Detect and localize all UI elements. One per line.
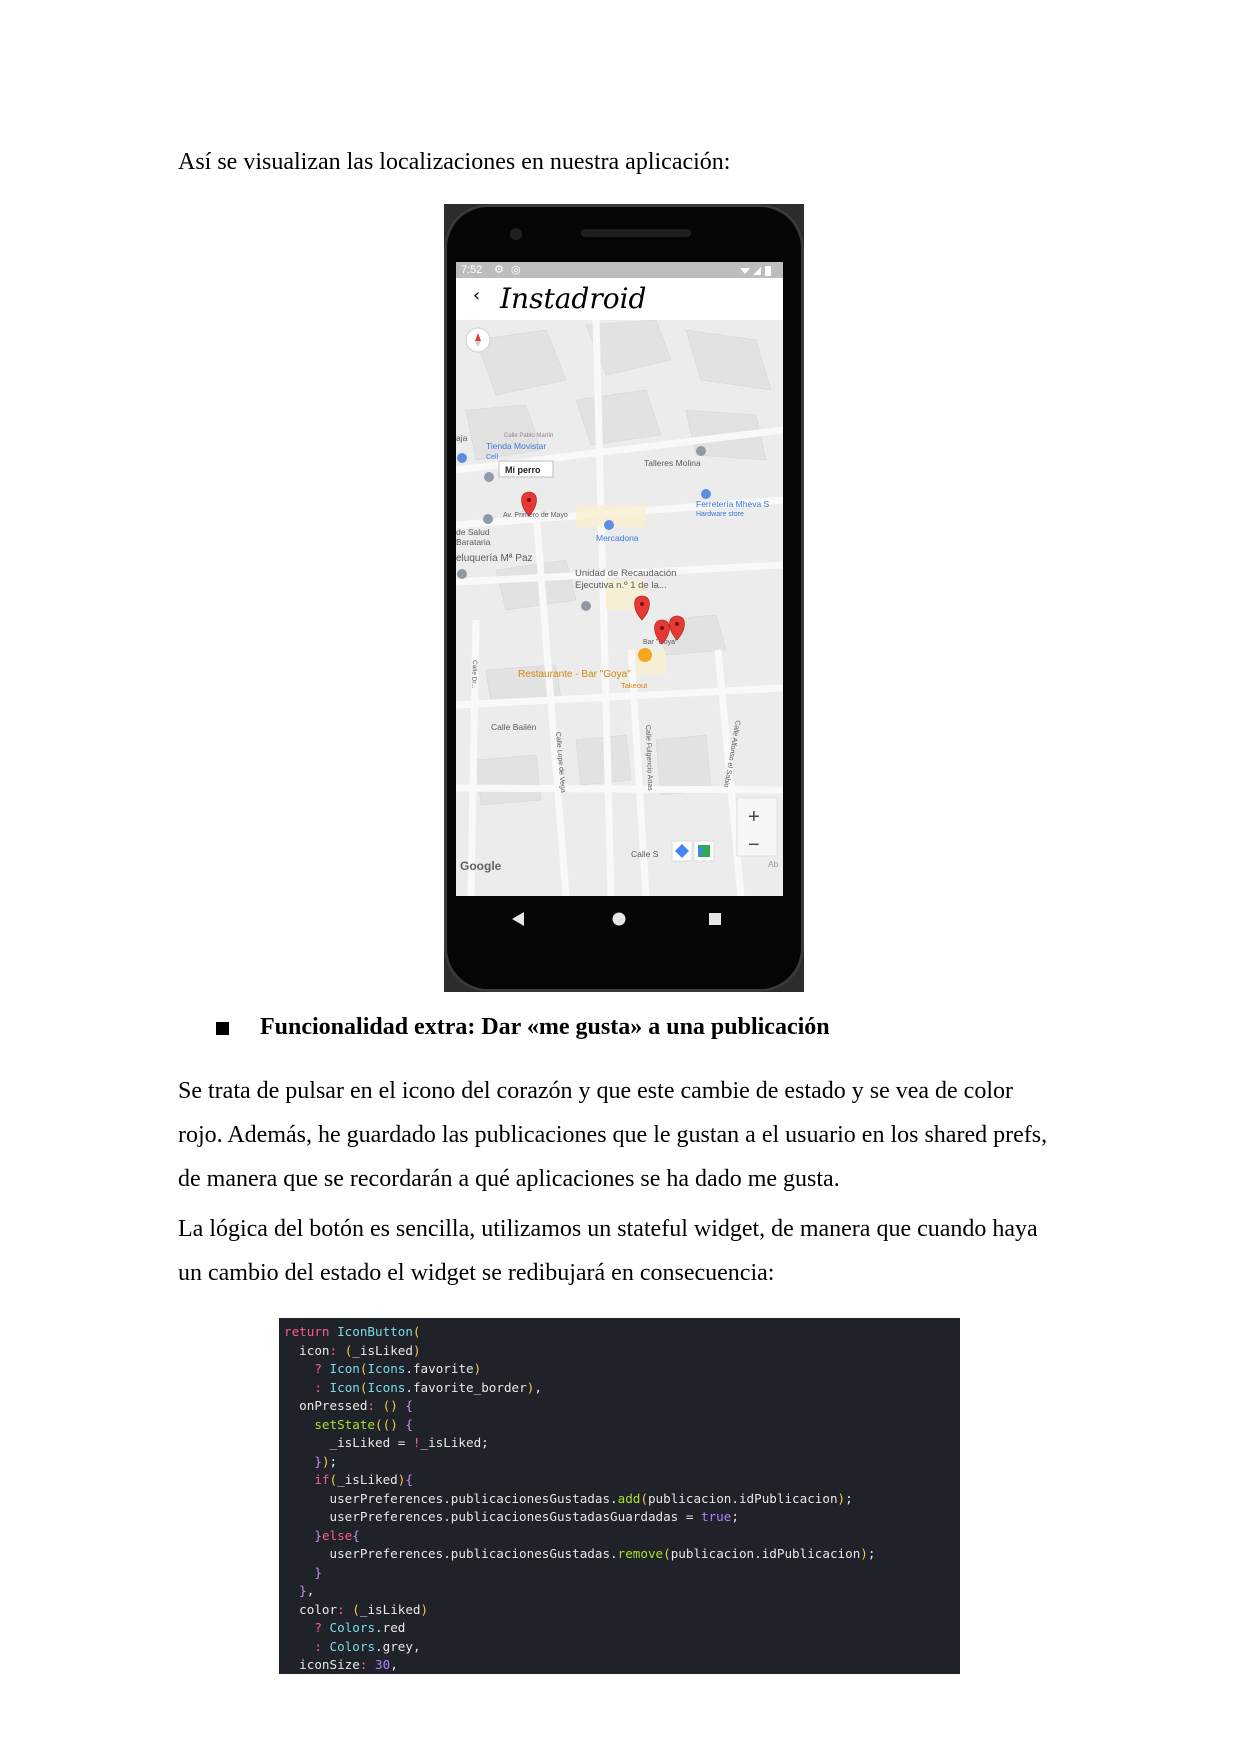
map-label-calle-pablo: Calle Pablo Martín	[504, 433, 553, 439]
code-line: color: (_isLiked)	[284, 1601, 429, 1617]
earpiece-speaker	[581, 229, 691, 237]
map-label-salud: de Salud	[456, 527, 490, 537]
map-label-calle-s: Calle S	[631, 849, 659, 859]
paragraph-2-line-2: un cambio del estado el widget se redibu…	[178, 1260, 775, 1286]
map-label-takeout: Takeout	[621, 681, 648, 690]
poi-pin-icon	[457, 453, 467, 463]
map-label-calle-dr: Calle Dr...	[470, 660, 478, 689]
map-label-restaurante: Restaurante - Bar "Goya"	[518, 669, 631, 680]
code-line: : Colors.grey,	[314, 1638, 421, 1654]
paragraph-1-line-3: de manera que se recordarán a qué aplica…	[178, 1166, 840, 1192]
code-text: return IconButton( icon: (_isLiked) ? Ic…	[279, 1318, 960, 1674]
map-label-ferreteria: Ferretería Mheva S	[696, 499, 770, 509]
paragraph-2: La lógica del botón es sencilla, utiliza…	[178, 1207, 1068, 1295]
map-view[interactable]: aja Calle Pablo Martín Tienda Movistar C…	[456, 320, 783, 896]
phone-frame: 7:52 ⚙ ◎ ‹ Instadroid aja Calle Pablo Ma…	[444, 204, 804, 992]
code-line: : Icon(Icons.favorite_border),	[314, 1379, 542, 1395]
app-bar: ‹ Instadroid	[456, 278, 783, 321]
code-line: iconSize: 30,	[284, 1657, 398, 1672]
nav-back-icon[interactable]	[512, 912, 524, 926]
code-line: if(_isLiked){	[314, 1472, 413, 1487]
code-line: ? Icon(Icons.favorite)	[314, 1361, 482, 1376]
code-snippet: return IconButton( icon: (_isLiked) ? Ic…	[279, 1318, 960, 1674]
android-nav-bar	[512, 912, 721, 926]
paragraph-1: Se trata de pulsar en el icono del coraz…	[178, 1069, 1068, 1201]
code-line: userPreferences.publicacionesGustadas.re…	[284, 1546, 876, 1561]
intro-paragraph: Así se visualizan las localizaciones en …	[178, 149, 731, 175]
code-line: ? Colors.red	[314, 1620, 406, 1635]
poi-building-icon	[483, 514, 493, 524]
map-label-talleres: Talleres Molina	[644, 458, 701, 468]
front-camera-icon	[510, 228, 522, 240]
sync-icon: ◎	[511, 264, 521, 276]
map-label-mercadona: Mercadona	[596, 533, 639, 543]
zoom-in-button[interactable]: +	[748, 806, 760, 828]
poi-store-icon	[484, 472, 494, 482]
code-line: onPressed: () {	[284, 1398, 413, 1413]
square-bullet-icon	[216, 1022, 229, 1035]
poi-pin-icon	[457, 569, 467, 579]
paragraph-2-line-1: La lógica del botón es sencilla, utiliza…	[178, 1216, 1038, 1242]
code-line: }	[314, 1564, 322, 1580]
status-bar: 7:52 ⚙ ◎	[456, 262, 783, 278]
settings-gear-icon: ⚙	[494, 264, 504, 276]
code-line: _isLiked = !_isLiked;	[284, 1435, 489, 1450]
map-label-av-primero: Av. Primero de Mayo	[503, 512, 568, 519]
zoom-out-button[interactable]: −	[748, 834, 760, 856]
app-title: Instadroid	[500, 282, 647, 315]
map-label-unidad-1: Unidad de Recaudación	[575, 568, 676, 579]
code-line: });	[314, 1453, 338, 1469]
poi-pin-icon	[696, 446, 706, 456]
map-label-hardware: Hardware store	[696, 511, 744, 518]
signal-battery-icons	[740, 266, 771, 276]
code-line: icon: (_isLiked)	[284, 1342, 421, 1358]
map-label-unidad-2: Ejecutiva n.º 1 de la...	[575, 580, 667, 591]
map-label-cell: Cell	[486, 454, 499, 461]
poi-building-icon	[581, 601, 591, 611]
poi-pin-icon	[701, 489, 711, 499]
section-heading-text: Funcionalidad extra: Dar «me gusta» a un…	[260, 1014, 830, 1040]
phone-screenshot: 7:52 ⚙ ◎ ‹ Instadroid aja Calle Pablo Ma…	[444, 204, 804, 992]
nav-recents-icon[interactable]	[709, 913, 721, 925]
map-label-tienda: Tienda Movistar	[486, 441, 546, 451]
code-line: return IconButton(	[284, 1324, 421, 1339]
google-logo: Google	[460, 859, 502, 873]
code-line: }else{	[314, 1527, 360, 1543]
phone-screen: 7:52 ⚙ ◎ ‹ Instadroid aja Calle Pablo Ma…	[456, 262, 783, 896]
map-label-peluqueria: eluquería Mª Paz	[456, 553, 533, 564]
paragraph-1-line-1: Se trata de pulsar en el icono del coraz…	[178, 1078, 1013, 1104]
status-time: 7:52	[461, 264, 483, 276]
map-label-barataria: Barataria	[456, 537, 491, 547]
code-line: },	[299, 1583, 315, 1598]
map-label-calle-bailen: Calle Bailén	[491, 722, 537, 732]
code-line: setState(() {	[314, 1416, 413, 1432]
map-label-aja: aja	[456, 433, 468, 443]
poi-shopping-cart-icon	[604, 520, 614, 530]
back-chevron-icon[interactable]: ‹	[473, 285, 480, 306]
nav-home-icon[interactable]	[612, 912, 626, 926]
code-line: userPreferences.publicacionesGustadasGua…	[284, 1509, 739, 1524]
map-label-ab: Ab	[768, 859, 779, 869]
marker-info-title: Mi perro	[505, 465, 541, 475]
poi-restaurant-icon	[638, 648, 652, 662]
paragraph-1-line-2: rojo. Además, he guardado las publicacio…	[178, 1122, 1048, 1148]
code-line: userPreferences.publicacionesGustadas.ad…	[284, 1490, 853, 1506]
